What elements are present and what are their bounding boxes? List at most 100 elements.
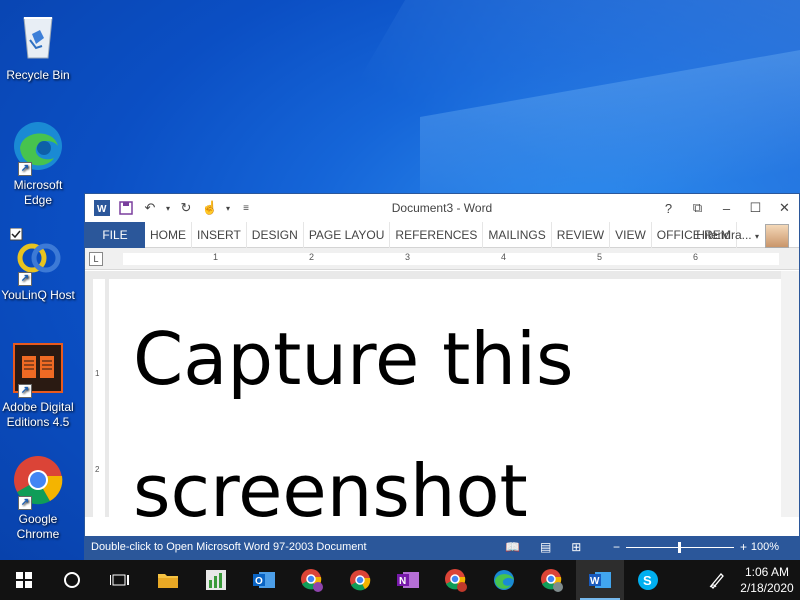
youlinq-icon: ↗ xyxy=(9,227,66,286)
chrome-icon xyxy=(301,569,323,592)
desktop-icon-youlinq-host[interactable]: ↗ YouLinQ Host xyxy=(0,227,76,303)
tab-selector-icon[interactable]: L xyxy=(89,252,103,266)
shortcut-arrow-icon: ↗ xyxy=(18,384,32,398)
desktop-icon-recycle-bin[interactable]: Recycle Bin xyxy=(0,8,76,83)
ribbon-display-options-icon[interactable]: ⧉ xyxy=(683,194,712,222)
zoom-in-button[interactable]: + xyxy=(740,536,747,559)
zoom-slider[interactable] xyxy=(626,542,735,553)
undo-dropdown-icon[interactable]: ▾ xyxy=(165,199,171,217)
taskbar-chrome[interactable] xyxy=(336,560,384,600)
desktop-icon-edge[interactable]: ↗ Microsoft Edge xyxy=(0,118,76,208)
pen-workspace-icon[interactable] xyxy=(700,560,734,600)
document-page[interactable]: Capture this screenshot xyxy=(109,279,781,517)
start-button[interactable] xyxy=(0,560,48,600)
view-buttons: 📖 ▤ ⊞ xyxy=(505,536,581,559)
tab-page-layout[interactable]: PAGE LAYOU xyxy=(304,221,391,248)
edge-icon xyxy=(494,570,514,590)
search-button[interactable] xyxy=(48,560,96,600)
tab-references[interactable]: REFERENCES xyxy=(390,221,484,248)
touch-mode-icon[interactable]: ☝ xyxy=(201,199,219,217)
undo-icon[interactable]: ↶ xyxy=(141,199,159,217)
avatar[interactable] xyxy=(765,224,789,248)
chevron-down-icon: ▾ xyxy=(754,232,759,241)
clock-time: 1:06 AM xyxy=(744,565,790,579)
taskbar: O N W S 1:06 AM 2/18/2020 xyxy=(0,560,800,600)
print-layout-icon[interactable]: ▤ xyxy=(540,536,551,559)
zoom-out-button[interactable]: − xyxy=(613,536,620,559)
onenote-icon: N xyxy=(397,572,419,588)
adobe-digital-editions-icon: ↗ xyxy=(10,340,66,398)
clock-date: 2/18/2020 xyxy=(740,581,794,595)
ruler-mark: 3 xyxy=(405,252,411,262)
ruler-mark: 5 xyxy=(597,252,603,262)
tab-review[interactable]: REVIEW xyxy=(552,221,611,248)
cortana-icon xyxy=(64,572,80,588)
svg-text:N: N xyxy=(399,576,406,587)
vertical-ruler[interactable]: 1 2 xyxy=(93,279,105,519)
save-icon[interactable] xyxy=(117,199,135,217)
user-account[interactable]: Hitendra... ▾ xyxy=(696,222,759,248)
ruler-mark: 4 xyxy=(501,252,507,262)
maximize-button[interactable]: ☐ xyxy=(741,194,770,222)
horizontal-ruler[interactable]: 1 2 3 4 5 6 xyxy=(123,252,779,265)
system-tray: 1:06 AM 2/18/2020 xyxy=(700,560,800,600)
window-controls: ? ⧉ – ☐ ✕ xyxy=(654,194,799,222)
minimize-button[interactable]: – xyxy=(712,194,741,222)
zoom-control: − + xyxy=(613,536,747,559)
web-layout-icon[interactable]: ⊞ xyxy=(571,536,581,559)
tab-design[interactable]: DESIGN xyxy=(247,221,304,248)
word-window[interactable]: W ↶ ▾ ↻ ☝ ▾ ≡ Document3 - Word ? ⧉ – ☐ ✕… xyxy=(84,193,800,560)
ruler-mark: 2 xyxy=(309,252,315,262)
title-bar[interactable]: W ↶ ▾ ↻ ☝ ▾ ≡ Document3 - Word ? ⧉ – ☐ ✕ xyxy=(85,194,799,222)
taskbar-outlook[interactable]: O xyxy=(240,560,288,600)
taskbar-edge[interactable] xyxy=(480,560,528,600)
tab-view[interactable]: VIEW xyxy=(610,221,652,248)
folder-icon xyxy=(158,574,178,588)
ruler-mark: 1 xyxy=(213,252,219,262)
svg-text:S: S xyxy=(643,573,652,588)
outlook-icon: O xyxy=(253,572,275,588)
edge-icon: ↗ xyxy=(10,118,66,176)
taskbar-chrome-profile-2[interactable] xyxy=(432,560,480,600)
shortcut-arrow-icon: ↗ xyxy=(18,162,32,176)
taskbar-chrome-profile-h[interactable] xyxy=(288,560,336,600)
taskbar-skype[interactable]: S xyxy=(624,560,672,600)
zoom-slider-thumb[interactable] xyxy=(678,542,682,553)
ruler-mark: 2 xyxy=(95,465,100,474)
tab-mailings[interactable]: MAILINGS xyxy=(483,221,552,248)
quick-access-toolbar: W ↶ ▾ ↻ ☝ ▾ ≡ xyxy=(85,199,255,217)
taskbar-onenote[interactable]: N xyxy=(384,560,432,600)
customize-toolbar-icon[interactable]: ≡ xyxy=(237,199,255,217)
vertical-scrollbar[interactable] xyxy=(781,271,799,517)
ruler-mark: 1 xyxy=(95,369,100,378)
taskbar-chrome-profile-3[interactable] xyxy=(528,560,576,600)
chrome-icon xyxy=(350,570,371,591)
taskbar-word[interactable]: W xyxy=(576,560,624,600)
word-logo-icon: W xyxy=(93,199,111,217)
desktop-icon-google-chrome[interactable]: ↗ Google Chrome xyxy=(0,452,76,542)
zoom-level[interactable]: 100% xyxy=(751,536,779,559)
close-button[interactable]: ✕ xyxy=(770,194,799,222)
touch-dropdown-icon[interactable]: ▾ xyxy=(225,199,231,217)
shortcut-arrow-icon: ↗ xyxy=(18,496,32,510)
svg-text:W: W xyxy=(97,204,107,215)
help-button[interactable]: ? xyxy=(654,194,683,222)
horizontal-ruler-bar: L 1 2 3 4 5 6 xyxy=(85,248,799,270)
document-text-line: Capture this xyxy=(133,317,574,401)
clock[interactable]: 1:06 AM 2/18/2020 xyxy=(734,564,800,596)
taskbar-file-explorer[interactable] xyxy=(144,560,192,600)
ribbon-tabs: FILE HOME INSERT DESIGN PAGE LAYOU REFER… xyxy=(85,221,799,248)
shortcut-arrow-icon: ↗ xyxy=(18,272,32,286)
read-mode-icon[interactable]: 📖 xyxy=(505,536,520,559)
document-body[interactable]: Capture this screenshot xyxy=(133,293,773,517)
tab-insert[interactable]: INSERT xyxy=(192,221,247,248)
desktop-icon-adobe-digital-editions[interactable]: ↗ Adobe Digital Editions 4.5 xyxy=(0,340,76,430)
svg-text:O: O xyxy=(255,576,263,587)
tab-file[interactable]: FILE xyxy=(85,221,145,248)
chrome-icon xyxy=(541,569,563,592)
taskbar-charts-app[interactable] xyxy=(192,560,240,600)
chrome-icon: ↗ xyxy=(10,452,66,510)
tab-home[interactable]: HOME xyxy=(145,221,192,248)
task-view-button[interactable] xyxy=(96,560,144,600)
redo-icon[interactable]: ↻ xyxy=(177,199,195,217)
